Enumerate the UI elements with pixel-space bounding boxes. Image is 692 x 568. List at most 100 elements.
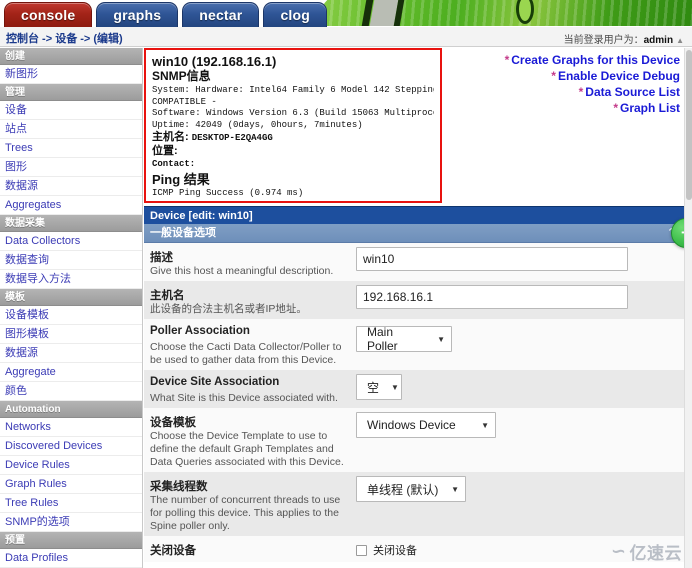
asterisk-icon: * <box>578 85 584 99</box>
sidebar-item-0-0[interactable]: 新图形 <box>0 65 142 84</box>
sidebar-group-header: Automation <box>0 401 142 418</box>
snmp-uptime-line: Uptime: 42049 (0days, 0hours, 7minutes) <box>152 119 363 130</box>
watermark-logo-icon: ∽ <box>610 541 627 561</box>
sidebar-item-3-0[interactable]: 设备模板 <box>0 306 142 325</box>
tab-nectar[interactable]: nectar <box>182 2 260 27</box>
select-poller-association[interactable]: Main Poller ▼ <box>356 325 452 353</box>
tab-console[interactable]: console <box>4 2 93 27</box>
sidebar-item-device-rules[interactable]: Device Rules <box>0 456 142 475</box>
sidebar-item-data-collectors[interactable]: Data Collectors <box>0 232 142 251</box>
sidebar-item-data-profiles[interactable]: Data Profiles <box>0 549 142 568</box>
sidebar-item-networks[interactable]: Networks <box>0 418 142 437</box>
sidebar-item-discovered-devices[interactable]: Discovered Devices <box>0 437 142 456</box>
site-watermark: ∽ 亿速云 <box>611 539 682 564</box>
current-user-info[interactable]: 当前登录用户为：admin ▲ <box>564 31 684 46</box>
sidebar-item-trees[interactable]: Trees <box>0 139 142 158</box>
action-link-label: Create Graphs for this Device <box>511 53 680 67</box>
sidebar-group-header: 预置 <box>0 532 142 549</box>
chevron-down-icon[interactable]: ▼ <box>391 383 399 392</box>
device-action-links: * Create Graphs for this Device * Enable De… <box>440 52 680 116</box>
current-user-name: admin <box>643 35 674 46</box>
form-row-1: 主机名此设备的合法主机名或者IP地址。 <box>144 281 684 319</box>
ping-result-text: ICMP Ping Success (0.974 ms) <box>152 187 304 198</box>
form-row-6: 关闭设备 关闭设备 <box>144 536 684 562</box>
chevron-down-icon[interactable]: ▼ <box>437 335 445 344</box>
select-[interactable]: Windows Device ▼ <box>356 412 496 438</box>
form-row-device-site-association: Device Site Association 空 ▼ What Site is th… <box>144 370 684 408</box>
tab-list: console graphs nectar clog <box>4 0 331 27</box>
snmp-location-row: 位置: <box>152 145 434 159</box>
breadcrumb-bar: 控制台 -> 设备 -> (编辑) 当前登录用户为：admin ▲ <box>0 27 692 47</box>
chevron-down-icon[interactable]: ▼ <box>481 421 489 430</box>
select-value: 单线程 (默认) <box>367 482 439 497</box>
cacti-banner-graphic <box>304 0 692 26</box>
input-[interactable] <box>356 247 628 271</box>
select-value: 空 <box>367 380 380 395</box>
action-link-label: Enable Device Debug <box>557 69 680 83</box>
action-link-enable-device-debug[interactable]: * Enable Device Debug <box>440 68 680 84</box>
sidebar-nav[interactable]: 创建 新图形 管理 设备 站点 Trees 图形 数据源 Aggregates 数据采集 Data … <box>0 48 143 568</box>
sidebar-item-snmp[interactable]: SNMP的选项 <box>0 513 142 532</box>
breadcrumb[interactable]: 控制台 -> 设备 -> (编辑) <box>6 30 123 46</box>
tab-clog[interactable]: clog <box>263 2 328 27</box>
form-control-wrap <box>356 285 628 309</box>
sidebar-group-header: 模板 <box>0 289 142 306</box>
sidebar-item-aggregates[interactable]: Aggregates <box>0 196 142 215</box>
sidebar-item-1-0[interactable]: 设备 <box>0 101 142 120</box>
sidebar-item-3-4[interactable]: 颜色 <box>0 382 142 401</box>
form-label: 主机名 <box>150 290 185 302</box>
sidebar-item-aggregate[interactable]: Aggregate <box>0 363 142 382</box>
snmp-system-line-1: System: Hardware: Intel64 Family 6 Model… <box>152 85 434 95</box>
general-options-label: 一般设备选项 <box>150 227 216 239</box>
checkbox-wrap-[interactable]: 关闭设备 <box>356 542 417 558</box>
sidebar-item-2-1[interactable]: 数据查询 <box>0 251 142 270</box>
form-control-wrap: Windows Device ▼ <box>356 412 496 438</box>
chevron-down-icon[interactable]: ▼ <box>451 485 459 494</box>
action-link-graph-list[interactable]: * Graph List <box>440 100 680 116</box>
device-title: win10 (192.168.16.1) <box>152 54 277 69</box>
form-row-4: 设备模板 Windows Device ▼ Choose the Device Tem… <box>144 408 684 472</box>
action-link-data-source-list[interactable]: * Data Source List <box>440 84 680 100</box>
chevron-up-icon[interactable]: ▲ <box>676 36 684 45</box>
ping-result-title: Ping 结果 <box>152 171 210 187</box>
action-link-create-graphs-for-this-device[interactable]: * Create Graphs for this Device <box>440 52 680 68</box>
device-form: 描述Give this host a meaningful descriptio… <box>144 243 684 568</box>
form-control-wrap: 空 ▼ <box>356 374 402 400</box>
checkbox-[interactable] <box>356 544 367 556</box>
banner-leaf-shape <box>516 0 534 24</box>
tab-graphs[interactable]: graphs <box>96 2 179 27</box>
form-label: 关闭设备 <box>150 545 196 557</box>
sidebar-item-graph-rules[interactable]: Graph Rules <box>0 475 142 494</box>
general-options-header[interactable]: 一般设备选项 ⌃ <box>144 224 684 243</box>
scrollbar-thumb[interactable] <box>686 50 692 200</box>
snmp-location-label: 位置: <box>152 145 178 157</box>
action-link-label: Graph List <box>619 101 680 115</box>
form-control-wrap: 单线程 (默认) ▼ <box>356 476 466 502</box>
sidebar-item-1-1[interactable]: 站点 <box>0 120 142 139</box>
sidebar-item-1-3[interactable]: 图形 <box>0 158 142 177</box>
asterisk-icon: * <box>504 53 510 67</box>
snmp-section-title: SNMP信息 <box>152 69 211 83</box>
sidebar-item-1-4[interactable]: 数据源 <box>0 177 142 196</box>
main-content: win10 (192.168.16.1) SNMP信息 System: Hard… <box>144 48 684 568</box>
sidebar-item-2-2[interactable]: 数据导入方法 <box>0 270 142 289</box>
input-[interactable] <box>356 285 628 309</box>
snmp-contact-row: Contact: <box>152 159 434 171</box>
page-scrollbar[interactable] <box>684 48 692 568</box>
current-user-prefix: 当前登录用户为： <box>563 35 644 46</box>
snmp-hostname-row: 主机名: DESKTOP-E2QA4GG <box>152 131 434 145</box>
form-control-wrap <box>356 247 628 271</box>
watermark-text: 亿速云 <box>629 544 682 563</box>
snmp-hostname-label: 主机名: <box>152 131 189 143</box>
select-device-site-association[interactable]: 空 ▼ <box>356 374 402 400</box>
sidebar-item-3-2[interactable]: 数据源 <box>0 344 142 363</box>
sidebar-group-header: 管理 <box>0 84 142 101</box>
form-label: 采集线程数 <box>150 481 208 493</box>
select-value: Windows Device <box>367 418 456 432</box>
select-[interactable]: 单线程 (默认) ▼ <box>356 476 466 502</box>
snmp-system-line-2: COMPATIBLE - <box>152 96 217 107</box>
snmp-contact-label: Contact: <box>152 159 196 169</box>
sidebar-item-tree-rules[interactable]: Tree Rules <box>0 494 142 513</box>
sidebar-item-3-1[interactable]: 图形模板 <box>0 325 142 344</box>
checkbox-label: 关闭设备 <box>373 545 417 557</box>
